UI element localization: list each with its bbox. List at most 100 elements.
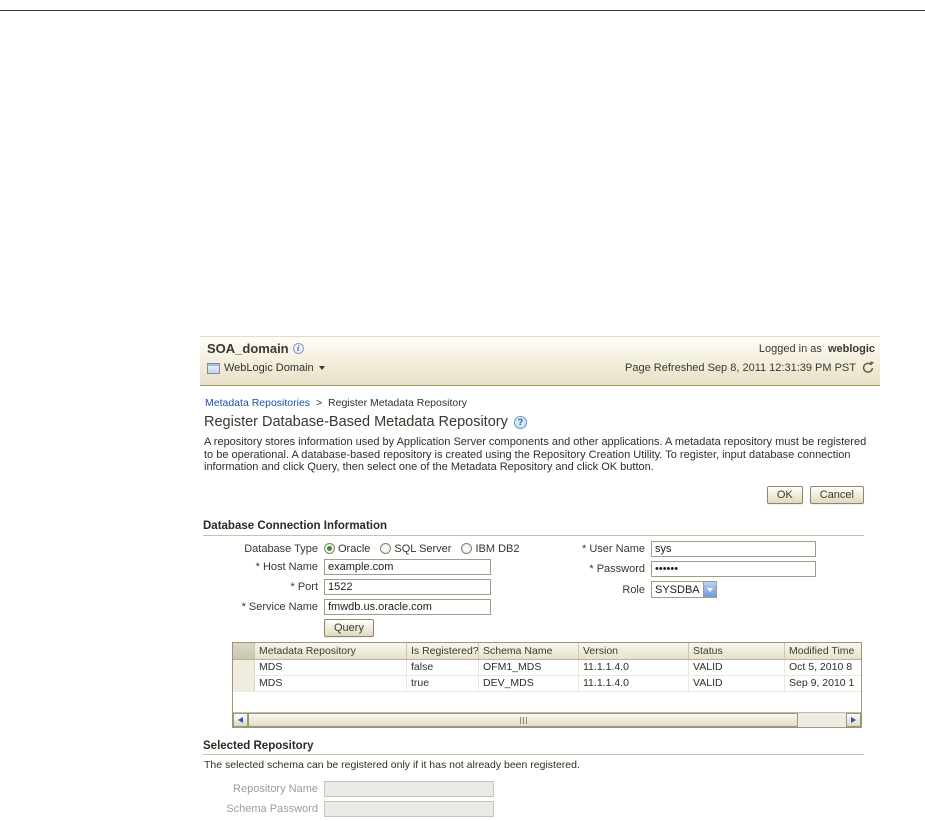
radio-ibm-db2-icon [461, 543, 473, 554]
cell-version: 11.1.1.4.0 [579, 676, 689, 691]
cell-schema-name: DEV_MDS [479, 676, 579, 691]
scroll-right-button[interactable] [846, 713, 861, 727]
table-row[interactable]: MDS true DEV_MDS 11.1.1.4.0 VALID Sep 9,… [233, 676, 861, 692]
repository-table: Metadata Repository Is Registered? Schem… [232, 642, 862, 728]
radio-oracle-label: Oracle [338, 542, 371, 555]
radio-ibm-db2[interactable]: IBM DB2 [461, 543, 519, 555]
column-header-schema-name[interactable]: Schema Name [479, 643, 579, 659]
scrollbar-track[interactable] [248, 713, 846, 727]
row-selector[interactable] [233, 660, 255, 675]
cell-schema-name: OFM1_MDS [479, 660, 579, 675]
role-selected-value: SYSDBA [655, 583, 700, 596]
page-action-buttons: OK Cancel [766, 486, 864, 504]
breadcrumb-separator: > [315, 397, 323, 409]
column-header-metadata-repository[interactable]: Metadata Repository [255, 643, 407, 659]
schema-password-label: Schema Password [226, 802, 318, 815]
database-type-radio-group: Oracle SQL Server IBM DB2 [324, 543, 519, 555]
section-divider [203, 754, 864, 755]
radio-oracle[interactable]: Oracle [324, 543, 370, 555]
role-row: Role SYSDBA [560, 581, 717, 598]
header-band: SOA_domain i WebLogic Domain Logged in a… [200, 336, 880, 386]
table-header-row: Metadata Repository Is Registered? Schem… [233, 643, 861, 660]
cell-version: 11.1.1.4.0 [579, 660, 689, 675]
user-name-input[interactable] [651, 540, 816, 557]
weblogic-domain-menu[interactable]: WebLogic Domain [207, 362, 325, 374]
cell-is-registered: false [407, 660, 479, 675]
user-name-row: * User Name [560, 540, 816, 557]
cell-status: VALID [689, 676, 785, 691]
radio-sql-server-icon [380, 543, 392, 554]
port-label: * Port [290, 580, 318, 593]
breadcrumb-current: Register Metadata Repository [328, 397, 467, 409]
password-input[interactable] [651, 560, 816, 577]
database-type-row: Database Type Oracle SQL Server IBM DB2 [203, 540, 519, 557]
logged-in-prefix: Logged in as [758, 343, 822, 355]
host-name-row: * Host Name [203, 558, 491, 575]
header-right: Logged in as weblogic Page Refreshed Sep… [625, 343, 875, 374]
cell-status: VALID [689, 660, 785, 675]
row-selector[interactable] [233, 676, 255, 691]
radio-oracle-icon [324, 543, 335, 554]
refresh-icon[interactable] [861, 361, 875, 374]
host-name-input[interactable] [324, 558, 491, 575]
domain-title-row: SOA_domain i [207, 341, 325, 356]
domain-title: SOA_domain [207, 341, 289, 356]
column-header-is-registered[interactable]: Is Registered? [407, 643, 479, 659]
chevron-down-icon [318, 366, 325, 370]
weblogic-domain-menu-label: WebLogic Domain [224, 362, 314, 374]
table-row[interactable]: MDS false OFM1_MDS 11.1.1.4.0 VALID Oct … [233, 660, 861, 676]
scrollbar-grip [525, 716, 527, 724]
section-title-database-connection: Database Connection Information [203, 520, 388, 532]
page-title: Register Database-Based Metadata Reposit… [204, 414, 508, 430]
column-header-version[interactable]: Version [579, 643, 689, 659]
logged-in-row: Logged in as weblogic [625, 343, 875, 355]
scroll-left-button[interactable] [233, 713, 248, 727]
scroll-right-icon [851, 717, 856, 723]
table-empty-area [233, 692, 861, 712]
schema-password-row: Schema Password [203, 800, 494, 817]
query-button[interactable]: Query [324, 618, 374, 637]
ok-button[interactable]: OK [766, 486, 803, 504]
page-description: A repository stores information used by … [204, 436, 867, 473]
service-name-row: * Service Name [203, 598, 491, 615]
page-refreshed-row: Page Refreshed Sep 8, 2011 12:31:39 PM P… [625, 361, 875, 374]
user-name-label: * User Name [582, 542, 645, 555]
page-top-rule [0, 10, 925, 11]
role-select[interactable]: SYSDBA [651, 581, 717, 598]
help-icon[interactable]: ? [513, 415, 527, 429]
repository-name-row: Repository Name [203, 780, 494, 797]
page: SOA_domain i WebLogic Domain Logged in a… [0, 0, 925, 821]
radio-sql-server[interactable]: SQL Server [380, 543, 451, 555]
cell-modified-time: Sep 9, 2010 1 [789, 677, 855, 689]
service-name-input[interactable] [324, 598, 491, 615]
host-name-label: * Host Name [255, 560, 318, 573]
scrollbar-grip [519, 716, 521, 724]
selected-repository-note: The selected schema can be registered on… [204, 759, 580, 771]
section-title-selected-repository: Selected Repository [203, 740, 314, 752]
password-label: * Password [589, 562, 645, 575]
service-name-label: * Service Name [241, 600, 318, 613]
info-icon[interactable]: i [292, 343, 304, 354]
row-selector-header [233, 643, 255, 659]
port-input[interactable] [324, 578, 491, 595]
cancel-button[interactable]: Cancel [809, 486, 864, 504]
domain-icon [207, 362, 220, 374]
password-row: * Password [560, 560, 816, 577]
scroll-left-icon [238, 717, 243, 723]
scrollbar-thumb[interactable] [248, 713, 799, 727]
role-dropdown-button[interactable] [702, 582, 716, 597]
horizontal-scrollbar [233, 712, 861, 727]
port-row: * Port [203, 578, 491, 595]
cell-is-registered: true [407, 676, 479, 691]
column-header-modified-time[interactable]: Modified Time [785, 643, 861, 659]
repository-name-label: Repository Name [233, 782, 318, 795]
database-type-label: Database Type [244, 542, 318, 555]
cell-metadata-repository: MDS [255, 676, 407, 691]
schema-password-input [324, 800, 494, 817]
header-left: SOA_domain i WebLogic Domain [207, 341, 325, 374]
em-console: SOA_domain i WebLogic Domain Logged in a… [200, 336, 880, 821]
column-header-status[interactable]: Status [689, 643, 785, 659]
logged-in-user: weblogic [827, 343, 875, 355]
cell-modified-time: Oct 5, 2010 8 [789, 661, 853, 673]
breadcrumb-link-metadata-repositories[interactable]: Metadata Repositories [205, 397, 310, 409]
